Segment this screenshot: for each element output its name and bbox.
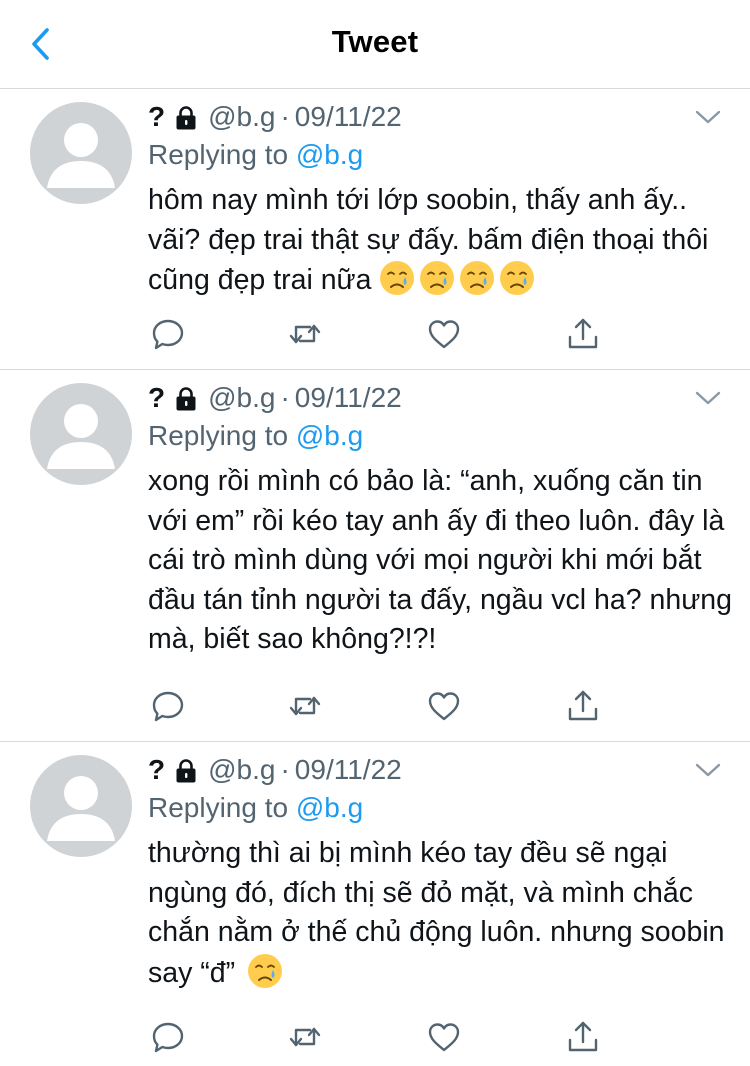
tweet-actions [150, 1019, 610, 1055]
avatar[interactable] [30, 102, 132, 204]
like-button[interactable] [426, 688, 462, 724]
tweet-date[interactable]: 09/11/22 [295, 101, 402, 133]
tweet-actions [150, 316, 610, 352]
handle[interactable]: @b.g [208, 382, 275, 414]
default-avatar-icon [47, 123, 115, 188]
more-options-button[interactable] [694, 756, 722, 784]
replying-to: Replying to @b.g [148, 139, 363, 171]
handle[interactable]: @b.g [208, 754, 275, 786]
lock-icon [176, 106, 196, 130]
avatar[interactable] [30, 383, 132, 485]
like-button[interactable] [426, 1019, 462, 1055]
reply-icon [152, 1022, 184, 1053]
heart-icon [428, 692, 460, 721]
handle[interactable]: @b.g [208, 101, 275, 133]
separator-dot: · [280, 382, 290, 413]
replying-to-handle[interactable]: @b.g [296, 420, 363, 451]
replying-to-label: Replying to [148, 139, 289, 170]
like-button[interactable] [426, 316, 462, 352]
heart-icon [428, 320, 460, 349]
crying-face-icon [460, 261, 495, 295]
retweet-button[interactable] [287, 1019, 323, 1055]
tweet-item[interactable]: ? @b.g · 09/11/22 Replying to @b.g xong … [0, 370, 750, 742]
share-button[interactable] [565, 316, 601, 352]
share-icon [568, 690, 598, 721]
replying-to: Replying to @b.g [148, 420, 363, 452]
reply-icon [152, 691, 184, 722]
top-bar: Tweet [0, 0, 750, 89]
reply-button[interactable] [150, 316, 186, 352]
tweet-header: ? @b.g · 09/11/22 [148, 99, 402, 135]
separator-dot: · [280, 754, 290, 785]
avatar[interactable] [30, 755, 132, 857]
reply-button[interactable] [150, 1019, 186, 1055]
replying-to-label: Replying to [148, 792, 289, 823]
heart-icon [428, 1023, 460, 1052]
replying-to: Replying to @b.g [148, 792, 363, 824]
separator-dot: · [280, 101, 290, 132]
tweet-item[interactable]: ? @b.g · 09/11/22 Replying to @b.g thườn… [0, 742, 750, 1066]
replying-to-handle[interactable]: @b.g [296, 792, 363, 823]
display-name[interactable]: ? [148, 754, 165, 786]
display-name[interactable]: ? [148, 382, 165, 414]
display-name[interactable]: ? [148, 101, 165, 133]
tweet-text: xong rồi mình có bảo là: “anh, xuống căn… [148, 462, 733, 660]
crying-face-icon [500, 261, 535, 295]
default-avatar-icon [47, 404, 115, 469]
tweet-date[interactable]: 09/11/22 [295, 382, 402, 414]
more-options-button[interactable] [694, 103, 722, 131]
chevron-down-icon [695, 763, 721, 777]
lock-icon [176, 387, 196, 411]
share-icon [568, 1021, 598, 1052]
tweet-text-content: xong rồi mình có bảo là: “anh, xuống căn… [148, 465, 732, 655]
tweet-text: hôm nay mình tới lớp soobin, thấy anh ấy… [148, 181, 733, 301]
tweet-date[interactable]: 09/11/22 [295, 754, 402, 786]
reply-button[interactable] [150, 688, 186, 724]
tweet-text: thường thì ai bị mình kéo tay đều sẽ ngạ… [148, 834, 733, 993]
crying-face-icon [420, 261, 455, 295]
reply-icon [152, 319, 184, 350]
chevron-down-icon [695, 391, 721, 405]
retweet-icon [289, 324, 321, 344]
retweet-button[interactable] [287, 688, 323, 724]
replying-to-handle[interactable]: @b.g [296, 139, 363, 170]
chevron-down-icon [695, 110, 721, 124]
crying-face-icon [248, 953, 283, 988]
tweet-header: ? @b.g · 09/11/22 [148, 752, 402, 788]
default-avatar-icon [47, 776, 115, 841]
retweet-icon [289, 696, 321, 716]
tweet-actions [150, 688, 610, 724]
lock-icon [176, 759, 196, 783]
share-icon [568, 318, 598, 349]
crying-face-icon [380, 261, 415, 295]
tweet-header: ? @b.g · 09/11/22 [148, 380, 402, 416]
share-button[interactable] [565, 688, 601, 724]
retweet-icon [289, 1027, 321, 1047]
page-title: Tweet [331, 24, 419, 59]
share-button[interactable] [565, 1019, 601, 1055]
replying-to-label: Replying to [148, 420, 289, 451]
more-options-button[interactable] [694, 384, 722, 412]
tweet-item[interactable]: ? @b.g · 09/11/22 Replying to @b.g hôm n… [0, 89, 750, 370]
retweet-button[interactable] [287, 316, 323, 352]
emoji-group [379, 261, 535, 296]
tweet-text-content: thường thì ai bị mình kéo tay đều sẽ ngạ… [148, 837, 725, 989]
